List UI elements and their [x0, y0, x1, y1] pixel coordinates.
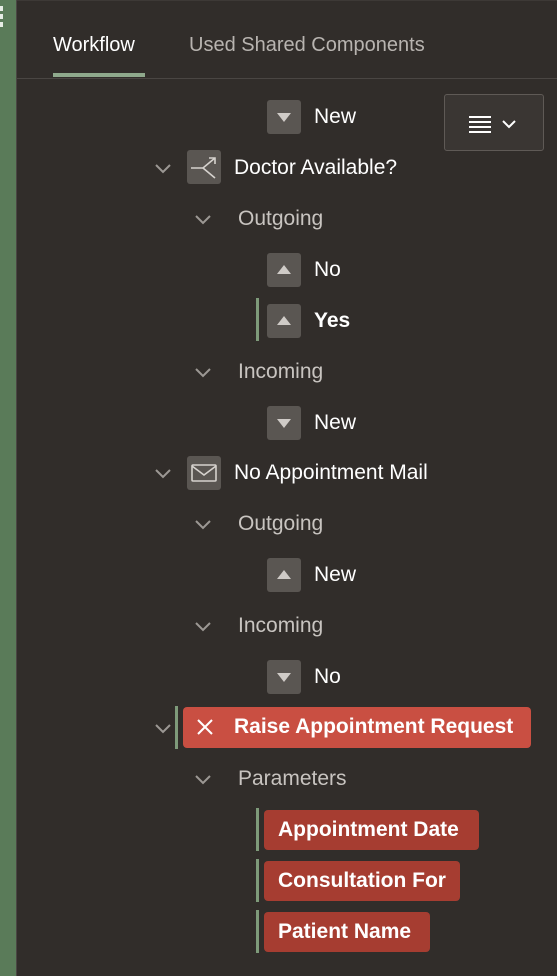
chevron-down-icon[interactable] — [153, 463, 173, 483]
parameter-appointment-date[interactable]: Appointment Date — [264, 810, 479, 850]
tab-workflow[interactable]: Workflow — [53, 33, 135, 57]
triangle-up-icon — [267, 304, 301, 338]
tree-item-in-no[interactable]: No — [314, 663, 341, 691]
selection-indicator — [256, 808, 259, 851]
chevron-down-icon[interactable] — [193, 514, 213, 534]
tree-item-raise-appointment-request[interactable]: Raise Appointment Request — [183, 707, 531, 748]
triangle-down-icon — [267, 406, 301, 440]
tab-used-shared-components[interactable]: Used Shared Components — [189, 33, 425, 57]
chevron-down-icon[interactable] — [193, 209, 213, 229]
chevron-down-icon[interactable] — [193, 616, 213, 636]
tree-item-out-new[interactable]: New — [314, 561, 356, 589]
tree-group-outgoing[interactable]: Outgoing — [238, 205, 323, 233]
tree-menu-button[interactable] — [444, 94, 544, 151]
parameter-consultation-for[interactable]: Consultation For — [264, 861, 460, 901]
tab-bar: Workflow Used Shared Components — [17, 0, 557, 79]
hamburger-menu-icon — [469, 116, 516, 133]
selection-indicator — [175, 706, 178, 749]
tree-group-incoming[interactable]: Incoming — [238, 358, 323, 386]
triangle-down-icon — [267, 100, 301, 134]
active-tab-indicator — [53, 73, 145, 77]
tree-item-in-new[interactable]: New — [314, 409, 356, 437]
tree-item-doctor-available[interactable]: Doctor Available? — [234, 154, 397, 182]
tree-group-outgoing[interactable]: Outgoing — [238, 510, 323, 538]
tree-item-no-appointment-mail[interactable]: No Appointment Mail — [234, 459, 428, 487]
mail-icon — [187, 456, 221, 490]
strip-handle-dot — [0, 22, 3, 27]
tree-item-out-no[interactable]: No — [314, 256, 341, 284]
selection-indicator — [256, 910, 259, 953]
tree-group-parameters[interactable]: Parameters — [238, 765, 347, 793]
switch-branch-icon — [187, 150, 221, 184]
triangle-down-icon — [267, 660, 301, 694]
triangle-up-icon — [267, 253, 301, 287]
tree-item-out-yes[interactable]: Yes — [314, 307, 350, 335]
parameter-patient-name[interactable]: Patient Name — [264, 912, 430, 952]
selection-indicator — [256, 298, 259, 341]
tree-group-incoming[interactable]: Incoming — [238, 612, 323, 640]
tree-item-top-new[interactable]: New — [314, 103, 356, 131]
chevron-down-icon[interactable] — [193, 362, 213, 382]
chevron-down-icon[interactable] — [153, 718, 173, 738]
left-side-strip — [0, 0, 16, 976]
chevron-down-icon[interactable] — [153, 158, 173, 178]
chevron-down-icon[interactable] — [193, 769, 213, 789]
close-x-icon — [197, 719, 213, 735]
strip-handle-dot — [0, 14, 3, 19]
triangle-up-icon — [267, 558, 301, 592]
activity-label: Raise Appointment Request — [234, 715, 514, 738]
strip-handle-dot — [0, 6, 3, 11]
selection-indicator — [256, 859, 259, 902]
